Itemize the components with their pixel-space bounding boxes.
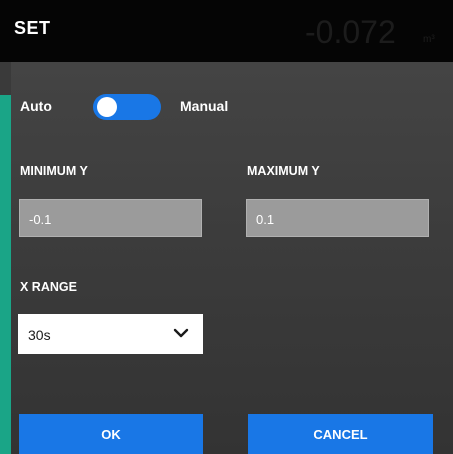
header-bar: SET -0.072 m³ (0, 0, 453, 62)
screen-title: SET (14, 18, 51, 38)
minimum-y-field[interactable]: -0.1 (19, 199, 202, 237)
maximum-y-field[interactable]: 0.1 (246, 199, 429, 237)
x-range-label: X RANGE (20, 280, 77, 294)
set-dialog (11, 62, 453, 454)
minimum-y-label: MINIMUM Y (20, 164, 88, 178)
ok-button[interactable]: OK (19, 414, 203, 454)
auto-label: Auto (20, 98, 52, 114)
toggle-knob (97, 97, 117, 117)
measurement-reading: -0.072 (305, 14, 396, 50)
x-range-selected-value: 30s (28, 327, 51, 343)
cancel-button[interactable]: CANCEL (248, 414, 433, 454)
maximum-y-label: MAXIMUM Y (247, 164, 320, 178)
measurement-unit: m³ (423, 34, 435, 45)
chevron-down-icon (173, 328, 189, 338)
ok-button-label: OK (101, 426, 121, 442)
x-range-select[interactable]: 30s (18, 314, 203, 354)
side-accent-strip (0, 95, 11, 454)
cancel-button-label: CANCEL (313, 426, 368, 442)
manual-label: Manual (180, 98, 229, 114)
auto-manual-toggle[interactable] (93, 94, 161, 120)
